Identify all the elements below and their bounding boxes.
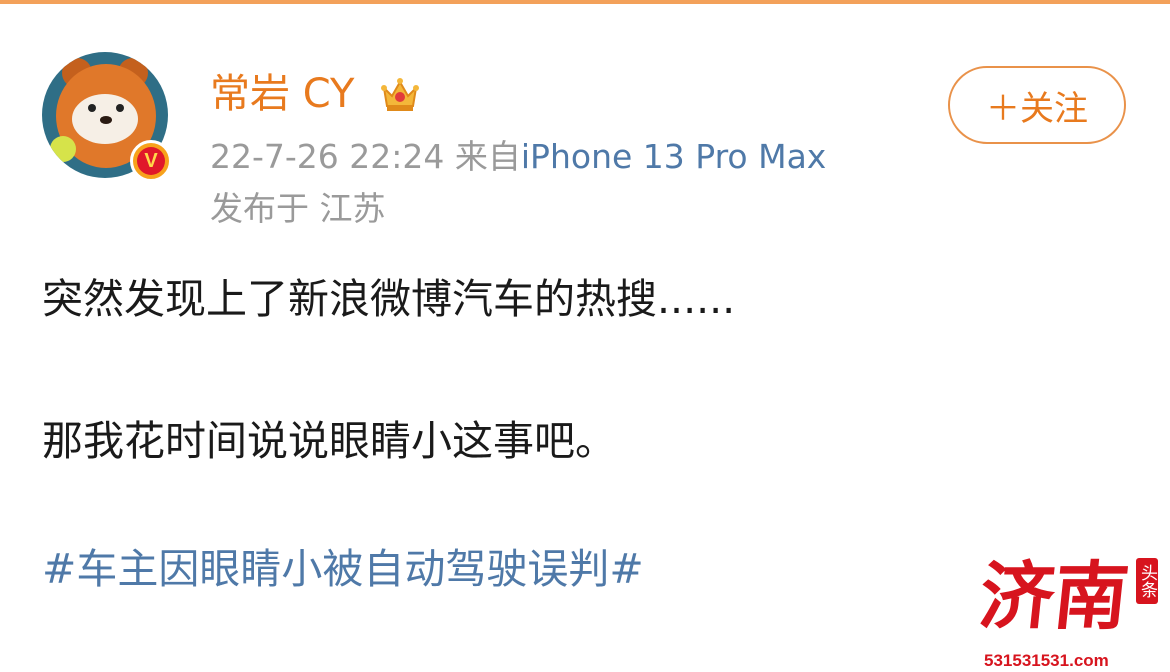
verified-badge-icon: V xyxy=(130,140,172,182)
avatar-eye-right xyxy=(116,104,124,112)
post-device-link[interactable]: iPhone 13 Pro Max xyxy=(521,137,826,176)
lightbulb-icon xyxy=(50,136,76,162)
avatar-eye-left xyxy=(88,104,96,112)
post-time: 22-7-26 22:24 xyxy=(210,137,445,176)
user-name[interactable]: 常岩 CY xyxy=(210,66,354,122)
watermark-logo: 济南 xyxy=(975,554,1133,640)
watermark-stamp: 头条 xyxy=(1136,558,1158,604)
verified-badge-letter: V xyxy=(137,147,165,175)
weibo-post-card: V 常岩 CY 22-7-26 22:24 来自iPhone 13 Pro Ma… xyxy=(0,4,1170,672)
watermark-url: 531531531.com xyxy=(984,651,1109,670)
follow-button[interactable]: ＋关注 xyxy=(948,66,1126,144)
post-hashtag-link[interactable]: #车主因眼睛小被自动驾驶误判# xyxy=(42,540,644,598)
avatar-nose xyxy=(100,116,112,124)
post-meta: 22-7-26 22:24 来自iPhone 13 Pro Max xyxy=(210,134,826,180)
post-text-line-1: 突然发现上了新浪微博汽车的热搜...... xyxy=(42,275,736,323)
post-location: 发布于 江苏 xyxy=(210,189,386,228)
post-source-prefix: 来自 xyxy=(454,137,521,176)
crown-membership-icon[interactable] xyxy=(378,72,422,116)
post-text-line-2: 那我花时间说说眼睛小这事吧。 xyxy=(42,417,616,465)
